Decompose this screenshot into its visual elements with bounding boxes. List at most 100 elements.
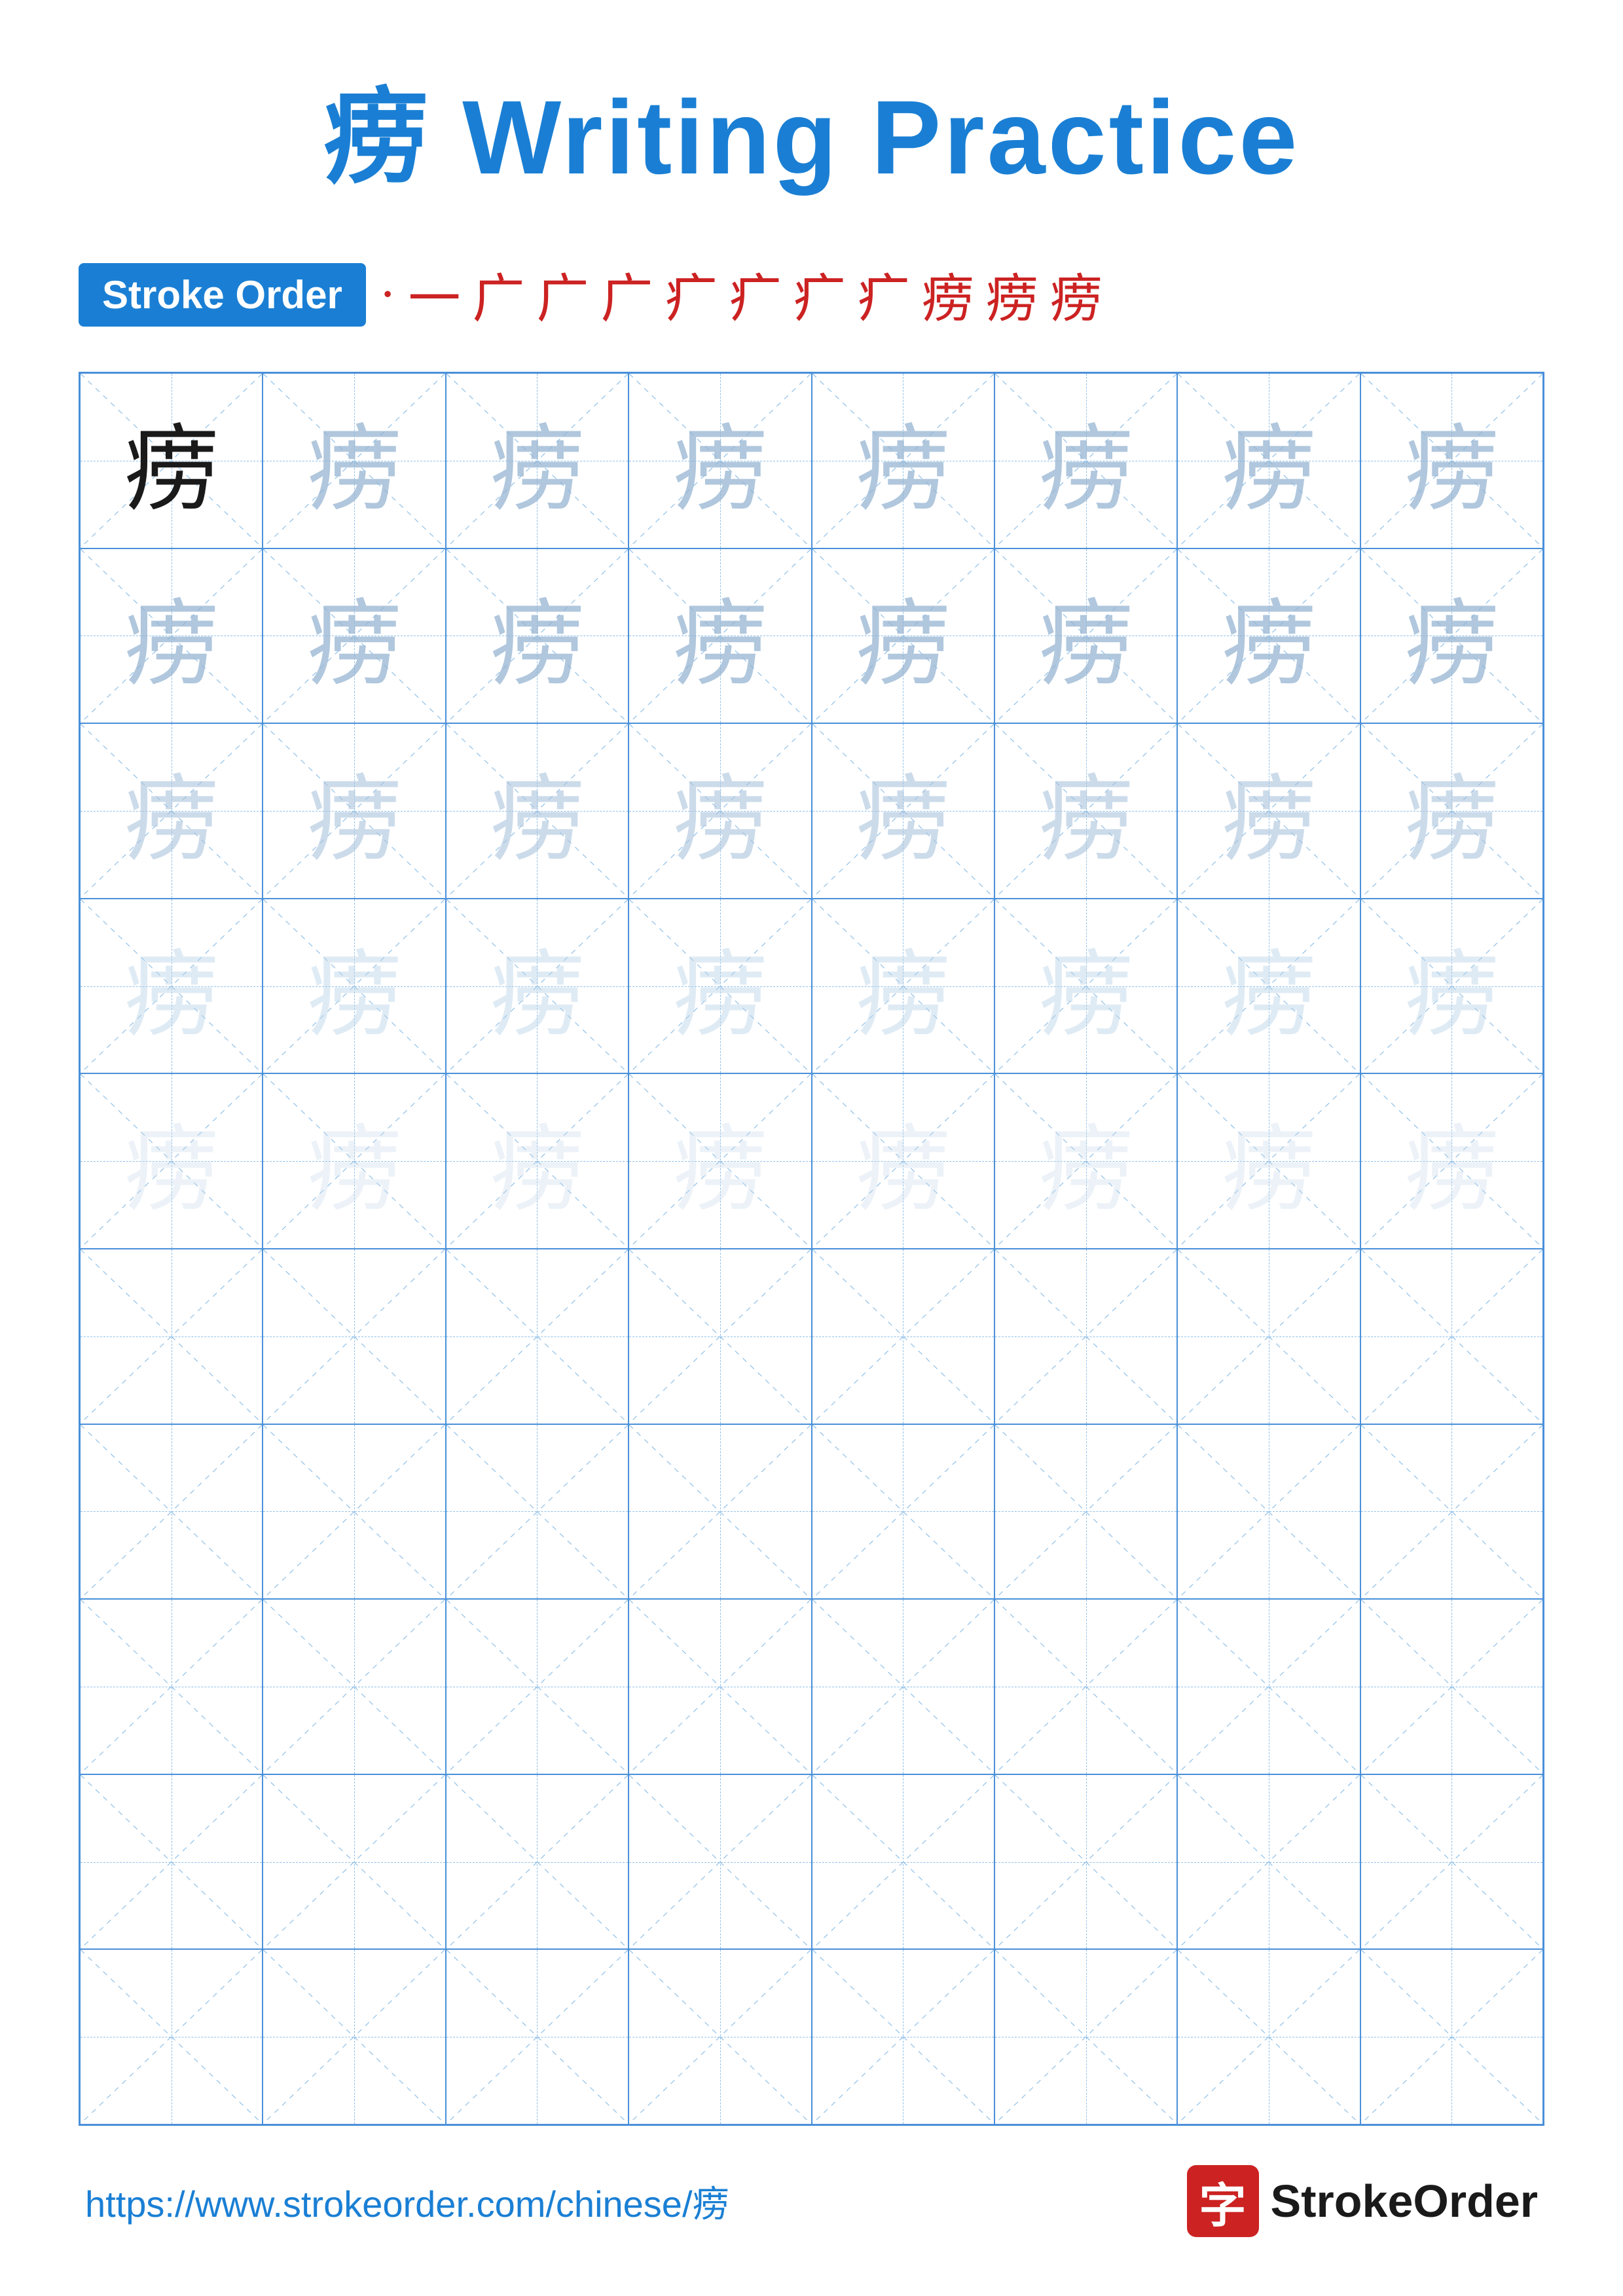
footer-url[interactable]: https://www.strokeorder.com/chinese/痨 xyxy=(85,2175,729,2228)
grid-cell[interactable] xyxy=(994,1249,1177,1424)
grid-character: 痨 xyxy=(307,1092,402,1230)
grid-cell[interactable]: 痨 xyxy=(629,899,811,1074)
grid-cell[interactable]: 痨 xyxy=(994,899,1177,1074)
grid-character: 痨 xyxy=(1221,742,1316,880)
grid-cell[interactable]: 痨 xyxy=(629,373,811,548)
grid-cell[interactable] xyxy=(446,1774,629,1950)
grid-cell[interactable]: 痨 xyxy=(629,548,811,724)
grid-cell[interactable]: 痨 xyxy=(994,1073,1177,1249)
grid-cell[interactable] xyxy=(994,1949,1177,2125)
grid-cell[interactable]: 痨 xyxy=(80,899,263,1074)
grid-cell[interactable] xyxy=(812,1599,994,1774)
grid-cell[interactable]: 痨 xyxy=(994,723,1177,899)
grid-character: 痨 xyxy=(307,392,402,529)
grid-cell[interactable]: 痨 xyxy=(263,373,445,548)
grid-cell[interactable] xyxy=(446,1424,629,1600)
grid-cell[interactable] xyxy=(1360,1949,1543,2125)
stroke-12: 痨 xyxy=(1049,257,1102,332)
grid-cell[interactable] xyxy=(629,1424,811,1600)
grid-cell[interactable]: 痨 xyxy=(629,723,811,899)
grid-cell[interactable] xyxy=(629,1774,811,1950)
stroke-order-badge: Stroke Order xyxy=(79,263,366,327)
grid-character: 痨 xyxy=(856,392,951,529)
grid-cell[interactable] xyxy=(80,1424,263,1600)
grid-character: 痨 xyxy=(1404,918,1499,1055)
grid-cell[interactable]: 痨 xyxy=(812,373,994,548)
grid-cell[interactable] xyxy=(1177,1774,1360,1950)
grid-cell[interactable] xyxy=(629,1949,811,2125)
grid-cell[interactable] xyxy=(446,1599,629,1774)
grid-cell[interactable] xyxy=(1360,1249,1543,1424)
title-chinese: 痨 xyxy=(323,80,431,196)
grid-cell[interactable]: 痨 xyxy=(1360,899,1543,1074)
grid-cell[interactable]: 痨 xyxy=(994,548,1177,724)
grid-cell[interactable]: 痨 xyxy=(812,899,994,1074)
grid-character: 痨 xyxy=(1221,1092,1316,1230)
grid-cell[interactable]: 痨 xyxy=(263,723,445,899)
grid-cell[interactable] xyxy=(263,1249,445,1424)
grid-cell[interactable]: 痨 xyxy=(1360,548,1543,724)
grid-cell[interactable]: 痨 xyxy=(1177,548,1360,724)
grid-cell[interactable] xyxy=(80,1774,263,1950)
grid-cell[interactable]: 痨 xyxy=(812,548,994,724)
grid-cell[interactable] xyxy=(1177,1249,1360,1424)
grid-cell[interactable]: 痨 xyxy=(80,373,263,548)
grid-cell[interactable] xyxy=(1360,1774,1543,1950)
grid-cell[interactable] xyxy=(446,1949,629,2125)
grid-cell[interactable] xyxy=(1177,1424,1360,1600)
grid-cell[interactable]: 痨 xyxy=(812,723,994,899)
grid-cell[interactable] xyxy=(629,1599,811,1774)
grid-cell[interactable] xyxy=(446,1249,629,1424)
grid-cell[interactable] xyxy=(994,1424,1177,1600)
page-title: 痨 Writing Practice xyxy=(79,52,1544,204)
grid-cell[interactable]: 痨 xyxy=(629,1073,811,1249)
grid-cell[interactable]: 痨 xyxy=(263,899,445,1074)
grid-cell[interactable]: 痨 xyxy=(446,1073,629,1249)
grid-cell[interactable]: 痨 xyxy=(263,1073,445,1249)
grid-cell[interactable]: 痨 xyxy=(263,548,445,724)
stroke-6: 疒 xyxy=(665,257,717,332)
grid-cell[interactable] xyxy=(994,1774,1177,1950)
grid-cell[interactable] xyxy=(263,1599,445,1774)
grid-cell[interactable]: 痨 xyxy=(446,548,629,724)
stroke-order-row: Stroke Order · 一 广 广 广 疒 疒 疒 疒 痨 痨 痨 xyxy=(79,257,1544,332)
grid-cell[interactable] xyxy=(1360,1599,1543,1774)
grid-cell[interactable] xyxy=(1360,1424,1543,1600)
grid-cell[interactable]: 痨 xyxy=(446,899,629,1074)
footer-logo-icon: 字 xyxy=(1187,2165,1259,2237)
grid-cell[interactable]: 痨 xyxy=(1177,723,1360,899)
grid-cell[interactable]: 痨 xyxy=(994,373,1177,548)
grid-cell[interactable] xyxy=(1177,1949,1360,2125)
writing-grid[interactable]: 痨 痨 痨 痨 痨 痨 痨 痨 痨 痨 xyxy=(79,372,1544,2126)
grid-cell[interactable] xyxy=(994,1599,1177,1774)
grid-character: 痨 xyxy=(672,392,767,529)
grid-cell[interactable] xyxy=(80,1949,263,2125)
grid-cell[interactable]: 痨 xyxy=(812,1073,994,1249)
grid-cell[interactable] xyxy=(263,1774,445,1950)
stroke-sequence: · 一 广 广 广 疒 疒 疒 疒 痨 痨 痨 xyxy=(379,257,1103,332)
grid-cell[interactable]: 痨 xyxy=(1177,899,1360,1074)
grid-cell[interactable]: 痨 xyxy=(80,1073,263,1249)
grid-cell[interactable]: 痨 xyxy=(1360,723,1543,899)
grid-cell[interactable] xyxy=(812,1424,994,1600)
grid-cell[interactable] xyxy=(80,1599,263,1774)
grid-cell[interactable] xyxy=(812,1949,994,2125)
grid-cell[interactable]: 痨 xyxy=(446,723,629,899)
grid-cell[interactable] xyxy=(263,1949,445,2125)
stroke-9: 疒 xyxy=(857,257,909,332)
grid-cell[interactable] xyxy=(263,1424,445,1600)
grid-cell[interactable] xyxy=(1177,1599,1360,1774)
grid-cell[interactable]: 痨 xyxy=(1177,373,1360,548)
grid-cell[interactable]: 痨 xyxy=(1177,1073,1360,1249)
grid-cell[interactable] xyxy=(812,1774,994,1950)
grid-cell[interactable]: 痨 xyxy=(80,548,263,724)
grid-character: 痨 xyxy=(856,567,951,704)
grid-cell[interactable]: 痨 xyxy=(1360,1073,1543,1249)
grid-character: 痨 xyxy=(672,918,767,1055)
grid-cell[interactable]: 痨 xyxy=(446,373,629,548)
grid-cell[interactable] xyxy=(812,1249,994,1424)
grid-cell[interactable]: 痨 xyxy=(1360,373,1543,548)
grid-cell[interactable] xyxy=(629,1249,811,1424)
grid-cell[interactable]: 痨 xyxy=(80,723,263,899)
grid-cell[interactable] xyxy=(80,1249,263,1424)
